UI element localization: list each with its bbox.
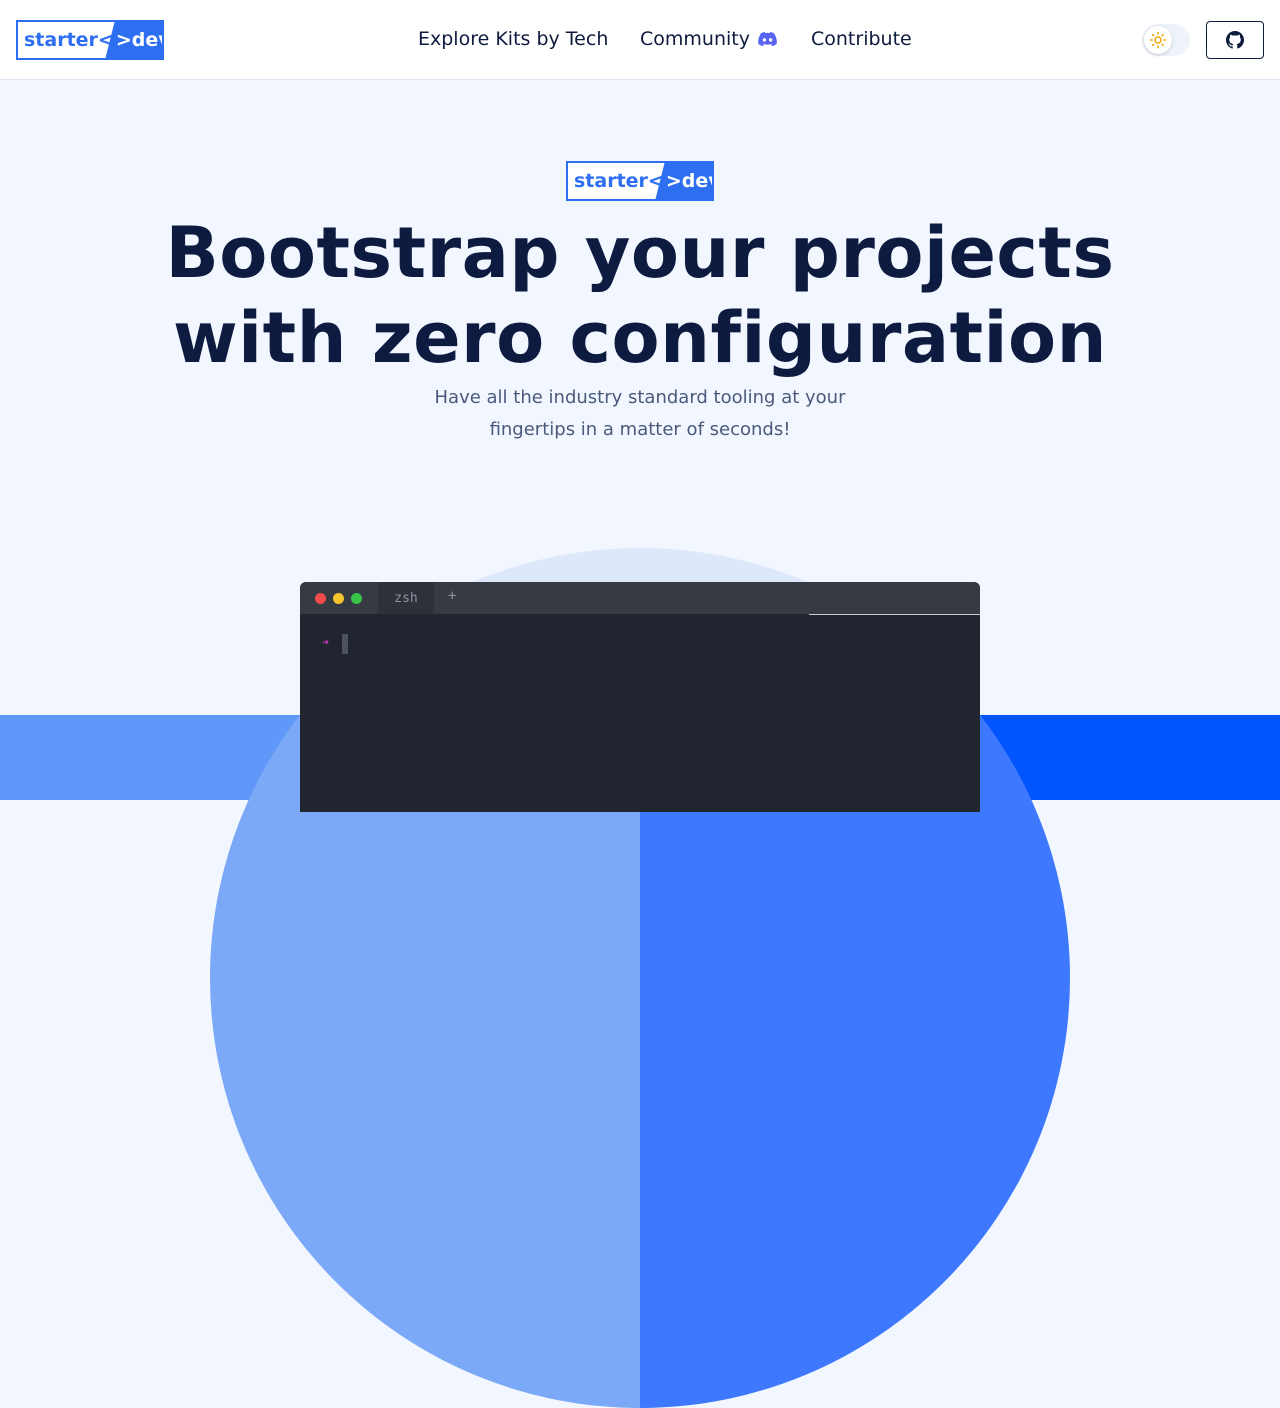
- theme-toggle[interactable]: [1142, 24, 1190, 56]
- theme-toggle-knob: [1144, 26, 1172, 54]
- hero-title-line1: Bootstrap your projects: [165, 212, 1115, 294]
- terminal-window[interactable]: zsh + ➔: [300, 582, 980, 812]
- minimize-dot-icon: [333, 593, 344, 604]
- discord-icon: [758, 32, 777, 46]
- hero-logo-right-text: >dev: [665, 170, 712, 192]
- nav-explore-kits[interactable]: Explore Kits by Tech: [418, 28, 608, 50]
- hero-subtitle: Have all the industry standard tooling a…: [390, 382, 890, 446]
- nav-contribute-label: Contribute: [811, 28, 912, 50]
- nav-community-label: Community: [640, 28, 750, 50]
- hero-logo-left-text: starter<: [574, 170, 664, 192]
- hero-logo: starter< >dev: [566, 161, 714, 201]
- site-header: starter< >dev Explore Kits by Tech Commu…: [0, 0, 1280, 80]
- prompt-arrow-icon: ➔: [322, 635, 330, 649]
- maximize-dot-icon: [351, 593, 362, 604]
- new-tab-button[interactable]: +: [448, 588, 456, 604]
- sun-icon: [1149, 31, 1167, 49]
- github-button[interactable]: [1206, 21, 1264, 59]
- nav-contribute[interactable]: Contribute: [811, 28, 912, 50]
- hero-logo-right: >dev: [664, 163, 712, 199]
- hero-subtitle-line1: Have all the industry standard tooling a…: [434, 387, 846, 408]
- terminal-title-bar: zsh +: [300, 582, 980, 614]
- nav-community[interactable]: Community: [640, 28, 777, 50]
- terminal-cursor: [342, 634, 348, 654]
- main-nav: Explore Kits by Tech Community Contribut…: [0, 28, 1280, 56]
- hero-title-line2: with zero configuration: [173, 297, 1107, 379]
- close-dot-icon: [315, 593, 326, 604]
- hero-subtitle-line2: fingertips in a matter of seconds!: [489, 419, 791, 440]
- nav-explore-kits-label: Explore Kits by Tech: [418, 28, 609, 50]
- terminal-divider: [809, 614, 980, 615]
- github-icon: [1226, 31, 1244, 49]
- terminal-tab-zsh[interactable]: zsh: [378, 582, 434, 614]
- hero-logo-left: starter<: [568, 163, 665, 199]
